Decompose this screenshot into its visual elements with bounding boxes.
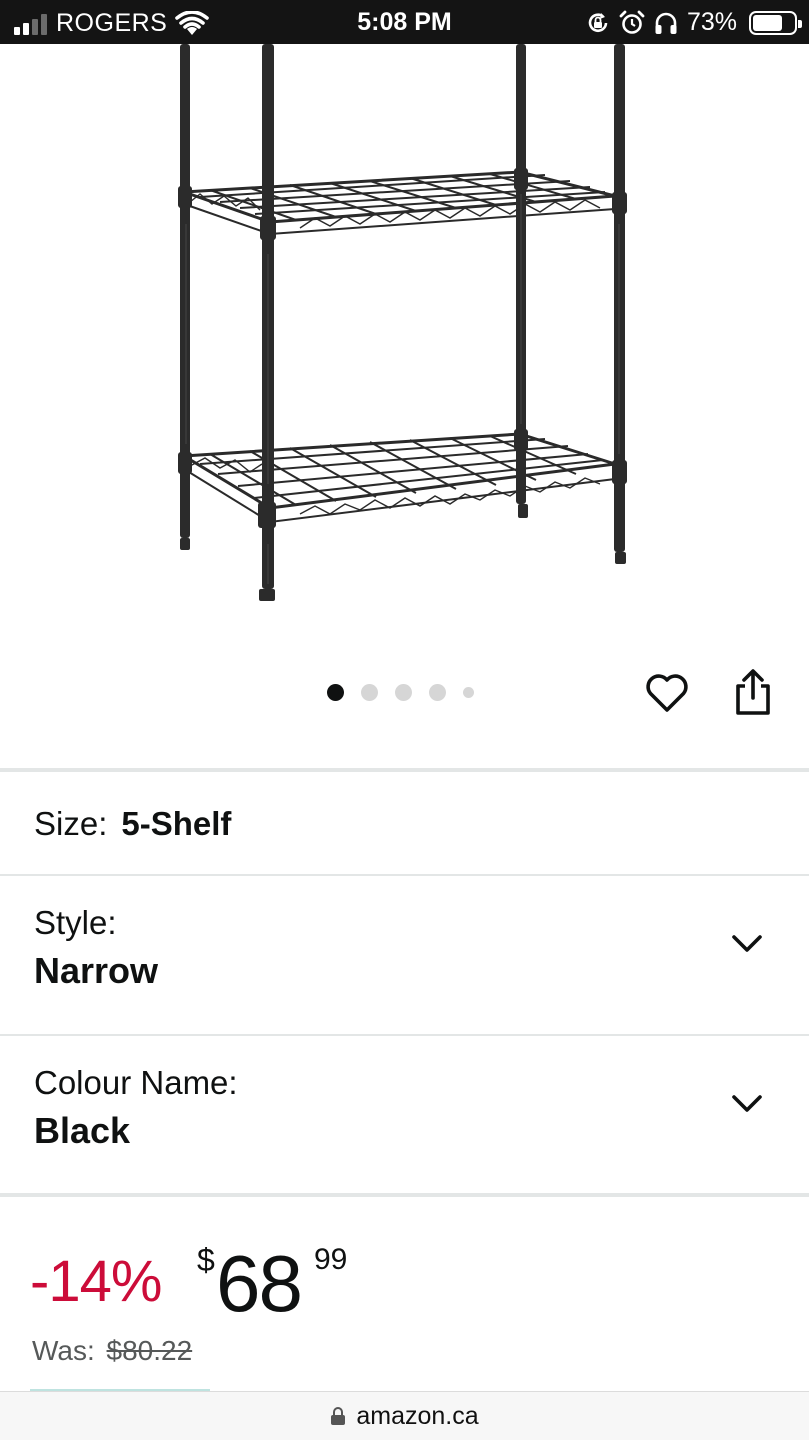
battery-fill: [753, 14, 782, 31]
was-label: Was:: [32, 1335, 95, 1366]
carousel-dot-4[interactable]: [429, 684, 446, 701]
carousel-dot-2[interactable]: [361, 684, 378, 701]
share-icon[interactable]: [731, 668, 775, 718]
image-carousel-dots[interactable]: [327, 684, 474, 701]
size-selector[interactable]: Size: 5-Shelf: [0, 773, 809, 874]
chevron-down-icon[interactable]: [731, 934, 763, 954]
discount-percentage: -14%: [30, 1249, 162, 1314]
carousel-dot-1[interactable]: [327, 684, 344, 701]
battery-percentage: 73%: [686, 8, 737, 36]
colour-value: Black: [34, 1110, 131, 1151]
url-text: amazon.ca: [356, 1402, 479, 1430]
headphones-icon: [655, 12, 677, 34]
alarm-icon: [619, 10, 645, 34]
chevron-down-icon[interactable]: [731, 1094, 763, 1114]
style-label: Style:: [34, 904, 117, 941]
carousel-dot-5[interactable]: [463, 687, 474, 698]
style-selector[interactable]: Style: Narrow: [0, 876, 809, 1034]
carousel-dot-3[interactable]: [395, 684, 412, 701]
browser-url-bar[interactable]: amazon.ca: [0, 1391, 809, 1440]
was-price-row: Was: $80.22: [32, 1335, 192, 1367]
price-whole: 68: [216, 1239, 303, 1328]
status-bar: ROGERS 5:08 PM 73%: [0, 0, 809, 44]
was-price: $80.22: [106, 1335, 193, 1366]
url-display[interactable]: amazon.ca: [0, 1402, 809, 1431]
price-currency: $: [197, 1242, 215, 1278]
section-divider: [0, 1193, 809, 1197]
size-value: 5-Shelf: [121, 804, 232, 842]
size-label: Size:: [34, 804, 108, 842]
section-divider: [0, 768, 809, 772]
style-value: Narrow: [34, 950, 159, 991]
colour-label: Colour Name:: [34, 1064, 238, 1101]
rotation-lock-icon: [588, 12, 608, 32]
product-image[interactable]: [0, 44, 809, 644]
heart-icon[interactable]: [644, 670, 690, 716]
status-bar-right: 73%: [585, 8, 802, 37]
lock-icon: [331, 1407, 346, 1425]
price-fraction: 99: [314, 1243, 348, 1276]
colour-selector[interactable]: Colour Name: Black: [0, 1036, 809, 1194]
battery-icon: [749, 10, 802, 35]
price-block: -14% $ 68 99: [0, 1238, 809, 1328]
